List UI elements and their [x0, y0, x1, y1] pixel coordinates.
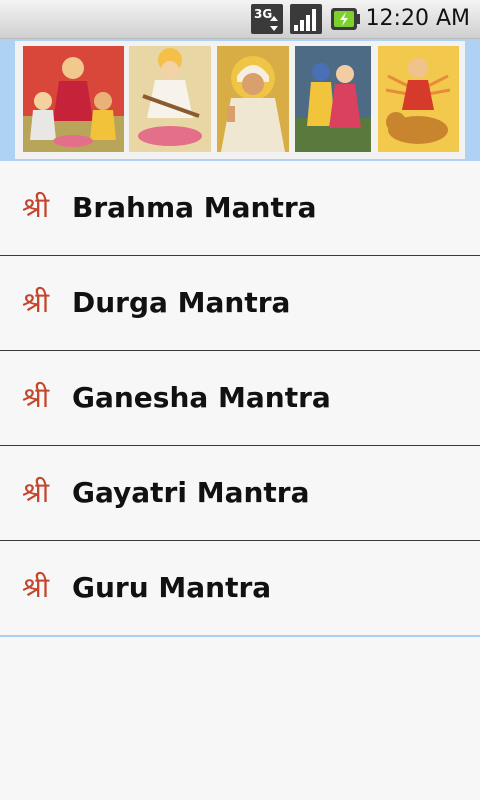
shri-icon: श्री [22, 381, 50, 414]
sai-baba-image [217, 46, 289, 152]
list-item-label: Guru Mantra [72, 571, 272, 604]
list-item-gayatri-mantra[interactable]: श्री Gayatri Mantra [0, 446, 480, 541]
shri-icon: श्री [22, 476, 50, 509]
header-banner [0, 39, 480, 161]
list-item-label: Gayatri Mantra [72, 476, 310, 509]
status-time: 12:20 AM [365, 6, 470, 31]
lakshmi-ganesh-saraswati-image [23, 46, 124, 152]
status-bar: 3G 12:20 AM [0, 0, 480, 39]
durga-image [378, 46, 459, 152]
shri-icon: श्री [22, 191, 50, 224]
radha-krishna-image [295, 46, 371, 152]
saraswati-image [129, 46, 211, 152]
mantra-list: श्री Brahma Mantra श्री Durga Mantra श्र… [0, 161, 480, 637]
shri-icon: श्री [22, 571, 50, 604]
list-item-durga-mantra[interactable]: श्री Durga Mantra [0, 256, 480, 351]
svg-text:3G: 3G [254, 7, 272, 21]
list-item-brahma-mantra[interactable]: श्री Brahma Mantra [0, 161, 480, 256]
list-item-ganesha-mantra[interactable]: श्री Ganesha Mantra [0, 351, 480, 446]
list-item-label: Durga Mantra [72, 286, 291, 319]
battery-charging-icon [331, 8, 360, 30]
signal-icon [290, 4, 322, 34]
shri-icon: श्री [22, 286, 50, 319]
banner-image-strip [15, 41, 465, 159]
list-item-label: Ganesha Mantra [72, 381, 331, 414]
3g-icon: 3G [251, 4, 283, 34]
list-item-label: Brahma Mantra [72, 191, 317, 224]
list-item-guru-mantra[interactable]: श्री Guru Mantra [0, 541, 480, 637]
